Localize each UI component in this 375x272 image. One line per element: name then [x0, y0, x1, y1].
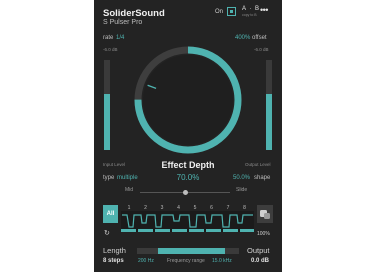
- frequency-low-value[interactable]: 200 Hz: [138, 258, 154, 264]
- input-db-readout: -6.0 dB: [103, 47, 118, 52]
- step-sequencer[interactable]: [121, 211, 254, 232]
- step-bar[interactable]: [206, 229, 221, 232]
- offset-label: offset: [252, 35, 267, 41]
- slide-label: Slide: [236, 187, 248, 193]
- product-name: S Pulser Pro: [103, 19, 143, 26]
- output-label: Output: [247, 246, 270, 255]
- more-menu-icon[interactable]: •••: [260, 5, 268, 15]
- shape-label: shape: [254, 175, 271, 181]
- dial-knob: [143, 55, 233, 145]
- output-db-readout: -6.0 dB: [254, 47, 269, 52]
- length-label: Length: [103, 246, 126, 255]
- depth-dial[interactable]: [122, 40, 254, 160]
- step-bar[interactable]: [189, 229, 204, 232]
- input-level-meter[interactable]: [104, 60, 110, 150]
- rate-label: rate: [103, 35, 114, 41]
- output-gain-value[interactable]: 0.0 dB: [251, 258, 269, 264]
- step-bar[interactable]: [121, 229, 136, 232]
- frequency-range-selection[interactable]: [158, 248, 225, 254]
- sequencer-percent: 100%: [257, 231, 270, 237]
- output-level-meter[interactable]: [266, 60, 272, 150]
- effect-depth-title: Effect Depth: [161, 160, 215, 170]
- ab-copy-label: copy to B: [242, 13, 257, 17]
- plugin-window: SoliderSound S Pulser Pro On A · B copy …: [94, 0, 282, 272]
- frequency-high-value[interactable]: 15.0 kHz: [212, 258, 232, 264]
- step-bar[interactable]: [155, 229, 170, 232]
- brand-name: SoliderSound: [103, 8, 165, 19]
- select-all-steps-button[interactable]: All: [103, 205, 118, 223]
- frequency-range-label: Frequency range: [167, 258, 205, 264]
- input-meter-fill: [104, 94, 110, 150]
- mid-slide-thumb[interactable]: [183, 190, 188, 195]
- power-toggle[interactable]: [227, 7, 236, 16]
- step-bar[interactable]: [223, 229, 238, 232]
- shape-value[interactable]: 50.0%: [233, 175, 250, 181]
- power-label: On: [215, 9, 224, 15]
- sequencer-background: [121, 211, 254, 232]
- step-bar[interactable]: [172, 229, 187, 232]
- dice-icon: [260, 210, 270, 219]
- step-bar[interactable]: [240, 229, 254, 232]
- reset-icon[interactable]: ↻: [104, 229, 110, 237]
- randomize-button[interactable]: [257, 205, 273, 223]
- step-bar[interactable]: [138, 229, 153, 232]
- ab-compare-button[interactable]: A · B: [242, 6, 260, 12]
- length-value[interactable]: 8 steps: [103, 258, 124, 264]
- output-meter-fill: [266, 94, 272, 150]
- mid-label: Mid: [125, 187, 134, 193]
